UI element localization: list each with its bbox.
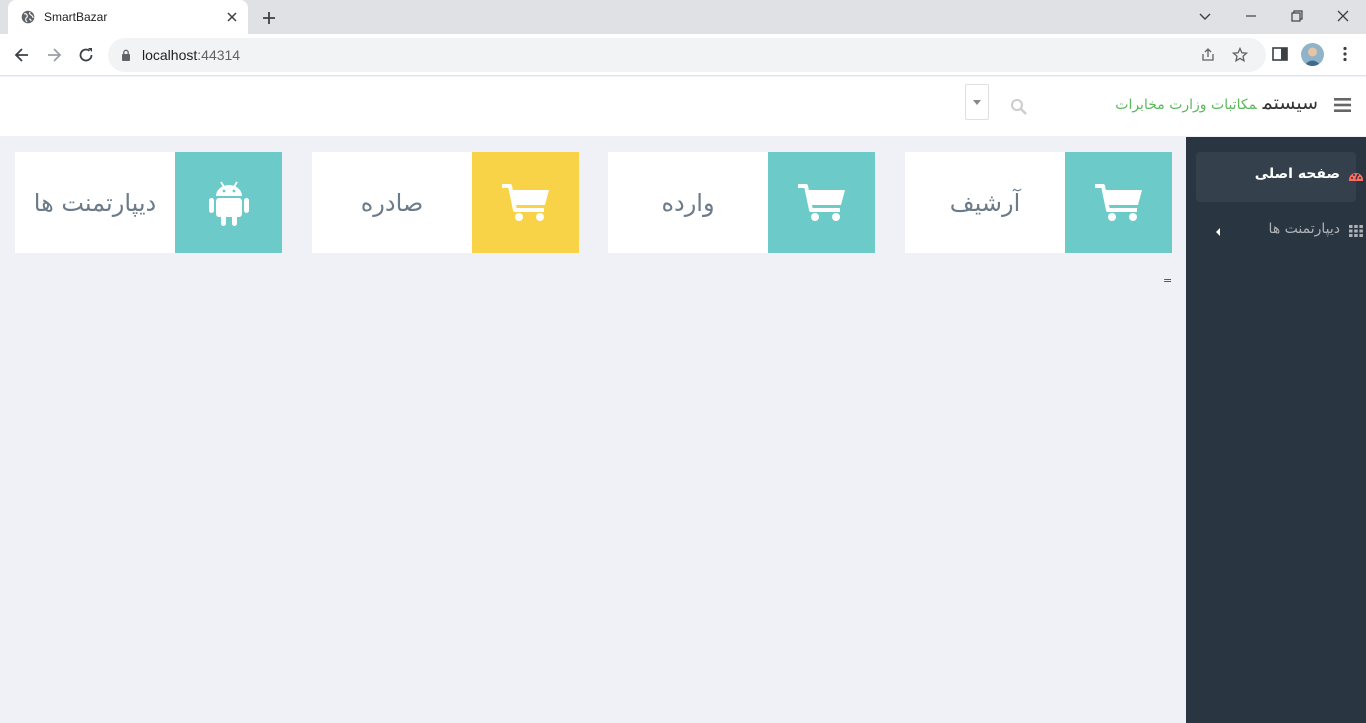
minimize-icon[interactable] — [1243, 8, 1259, 24]
menu-toggle-icon[interactable] — [1334, 98, 1351, 112]
stat-card-archive[interactable]: آرشیف — [905, 152, 1172, 253]
sidebar-item-label: صفحه اصلی — [1254, 166, 1340, 182]
card-label: آرشیف — [949, 188, 1021, 217]
star-icon[interactable] — [1232, 47, 1248, 63]
browser-tab[interactable]: SmartBazar — [8, 0, 248, 34]
url-port: :44314 — [197, 47, 241, 63]
browser-tabstrip: SmartBazar — [0, 0, 1366, 34]
close-icon[interactable] — [226, 11, 238, 23]
card-symbol — [175, 152, 282, 253]
profile-picture-icon — [1304, 47, 1321, 66]
app-header: سیستم مکاتبات وزارت مخابرات — [0, 77, 1366, 136]
sidebar: صفحه اصلی دیپارتمنت ها — [1186, 137, 1366, 723]
card-label: دیپارتمنت ها — [33, 188, 157, 217]
restore-icon[interactable] — [1289, 8, 1305, 24]
reload-icon[interactable] — [76, 45, 96, 65]
brand-subtitle: مکاتبات وزارت مخابرات — [1115, 97, 1257, 113]
cart-icon — [501, 183, 549, 221]
sidebar-item-dashboard[interactable]: صفحه اصلی — [1196, 152, 1363, 202]
back-icon[interactable] — [12, 45, 32, 65]
forward-icon[interactable] — [44, 45, 64, 65]
kebab-menu-icon[interactable] — [1335, 44, 1355, 64]
header-dropdown[interactable] — [965, 84, 989, 120]
lock-icon[interactable] — [120, 49, 132, 61]
address-bar[interactable]: localhost:44314 — [108, 38, 1266, 72]
cart-icon — [1094, 183, 1142, 221]
chevron-down-icon[interactable] — [1197, 8, 1213, 24]
stat-card-incoming[interactable]: وارده — [608, 152, 875, 253]
globe-icon — [21, 10, 35, 24]
caret-down-icon — [973, 100, 981, 105]
share-icon[interactable] — [1200, 47, 1216, 63]
card-label: وارده — [661, 188, 715, 217]
side-panel-icon[interactable] — [1270, 44, 1290, 64]
stat-card-departments[interactable]: دیپارتمنت ها — [15, 152, 282, 253]
dashboard-icon — [1349, 173, 1363, 181]
browser-toolbar: localhost:44314 — [0, 34, 1366, 76]
avatar[interactable] — [1301, 43, 1324, 66]
brand-logo[interactable]: سیستم مکاتبات وزارت مخابرات — [1115, 92, 1318, 114]
card-label: صادره — [360, 188, 424, 217]
sidebar-item-departments[interactable]: دیپارتمنت ها — [1196, 207, 1363, 257]
url-host: localhost — [142, 47, 198, 63]
stray-text: = — [1163, 274, 1173, 287]
grid-icon — [1349, 225, 1363, 237]
caret-left-icon — [1216, 228, 1220, 236]
card-symbol — [1065, 152, 1172, 253]
card-symbol — [472, 152, 579, 253]
window-close-icon[interactable] — [1335, 8, 1351, 24]
url-text[interactable]: localhost:44314 — [142, 47, 240, 63]
tab-title: SmartBazar — [44, 10, 108, 24]
sidebar-item-label: دیپارتمنت ها — [1268, 221, 1340, 237]
brand-title: سیستم — [1262, 92, 1318, 114]
stat-card-outgoing[interactable]: صادره — [312, 152, 579, 253]
new-tab-icon[interactable] — [259, 8, 279, 28]
android-icon — [208, 181, 249, 226]
card-symbol — [768, 152, 875, 253]
cart-icon — [797, 183, 845, 221]
search-icon[interactable] — [1010, 98, 1028, 116]
